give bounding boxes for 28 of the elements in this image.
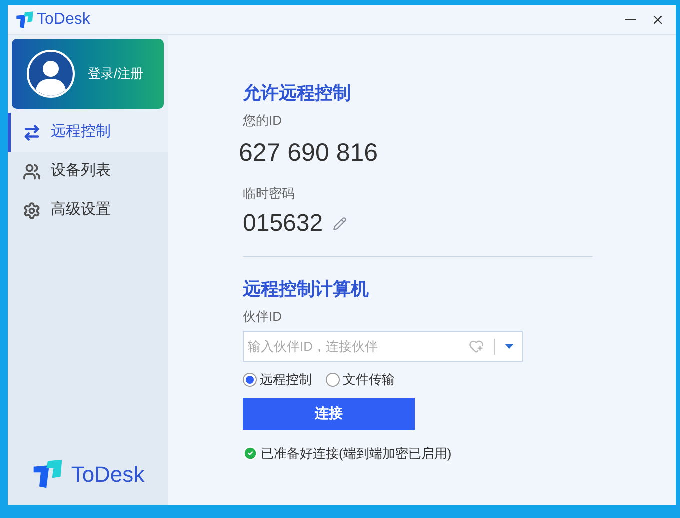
id-label: 您的ID [243,112,283,130]
settings-icon [23,202,41,220]
window-title: ToDesk [37,10,90,30]
avatar-icon [26,49,76,99]
mode-radio[interactable]: 文件传输 [326,370,395,390]
check-icon [243,446,258,461]
minimize-icon [624,18,636,20]
sidebar-item[interactable]: 高级设置 [8,191,168,230]
sidebar-item[interactable]: 设备列表 [8,152,168,191]
temp-password: 015632 [243,208,324,238]
partner-id-input[interactable]: 输入伙伴ID，连接伙伴 [248,336,469,356]
password-label: 临时密码 [243,185,296,203]
status-text: 已准备好连接(端到端加密已启用) [261,444,452,463]
users-icon [23,162,41,180]
brand-name: ToDesk [71,460,145,488]
partner-id-label: 伙伴ID [243,308,283,326]
logo-icon [15,10,35,30]
sidebar-item[interactable]: 远程控制 [8,113,168,152]
swap-arrows-icon [23,124,41,142]
connect-button[interactable]: 连接 [243,398,415,430]
dropdown-caret-icon[interactable] [505,344,514,350]
mode-radio[interactable]: 远程控制 [243,370,312,390]
section-heading: 允许远程控制 [243,82,352,105]
partner-id-field[interactable]: 输入伙伴ID，连接伙伴 [243,331,523,362]
edit-icon[interactable] [333,216,348,230]
login-card[interactable]: 登录/注册 [12,39,164,109]
section-heading: 远程控制计算机 [243,278,370,300]
device-id: 627 690 816 [239,138,380,168]
